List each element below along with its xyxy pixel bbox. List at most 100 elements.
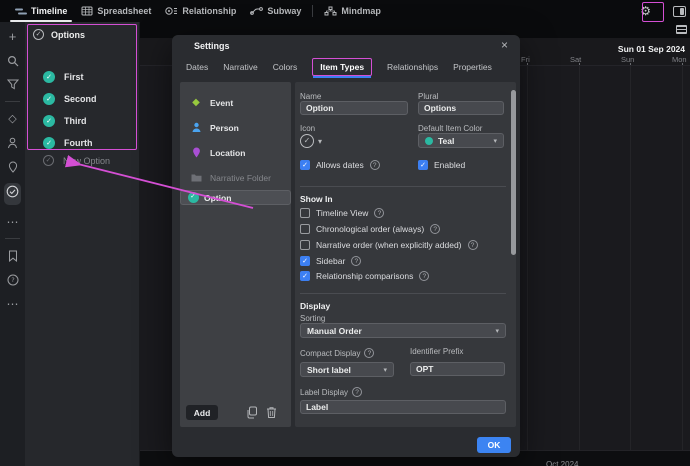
view-tab-label: Subway — [267, 6, 301, 16]
help-icon[interactable]: ? — [374, 208, 384, 218]
app-root: Timeline Spreadsheet Relationship Subway… — [0, 0, 690, 466]
chevron-down-icon: ▾ — [383, 366, 387, 374]
view-tab-subway[interactable]: Subway — [243, 0, 308, 22]
checkbox-unchecked-icon — [300, 224, 310, 234]
rail-divider — [5, 101, 20, 102]
filter-icon[interactable] — [5, 77, 20, 92]
option-item-first[interactable]: ✓ First — [43, 71, 84, 83]
person-icon[interactable] — [5, 135, 20, 150]
checkbox-checked-icon: ✓ — [300, 271, 310, 281]
item-type-location[interactable]: Location — [180, 140, 291, 165]
default-item-color-select[interactable]: Teal ▾ — [418, 133, 504, 148]
dialog-scrollbar[interactable] — [511, 90, 516, 255]
sorting-select[interactable]: Manual Order ▾ — [300, 323, 506, 338]
view-tab-spreadsheet[interactable]: Spreadsheet — [74, 0, 158, 22]
item-type-event[interactable]: ◆ Event — [180, 90, 291, 115]
tab-item-types[interactable]: Item Types — [312, 58, 372, 76]
settings-gear-icon[interactable]: ⚙ — [637, 4, 654, 18]
label-display-input[interactable] — [300, 400, 506, 414]
plural-input[interactable] — [418, 101, 504, 115]
options-sidebar-panel: ✓ Options ✓ First ✓ Second ✓ Third ✓ Fou… — [25, 22, 140, 466]
rail-divider — [5, 238, 20, 239]
item-type-label: Option — [204, 193, 231, 203]
view-tab-relationship[interactable]: Relationship — [158, 0, 243, 22]
help-icon[interactable]: ? — [5, 272, 20, 287]
option-check-selected[interactable] — [4, 183, 21, 205]
sorting-label: Sorting — [300, 314, 325, 323]
compact-display-select[interactable]: Short label ▾ — [300, 362, 394, 377]
teal-color-swatch — [425, 137, 433, 145]
chevron-down-icon: ▾ — [495, 327, 499, 335]
more-options-icon[interactable]: ⋯ — [5, 296, 20, 311]
display-title: Display — [300, 301, 330, 311]
delete-trash-icon[interactable] — [266, 406, 277, 424]
add-item-type-button[interactable]: Add — [186, 405, 218, 420]
add-icon[interactable]: + — [5, 29, 20, 44]
tab-narrative[interactable]: Narrative — [223, 62, 257, 72]
option-item-second[interactable]: ✓ Second — [43, 93, 97, 105]
name-input[interactable] — [300, 101, 408, 115]
search-icon[interactable] — [5, 53, 20, 68]
event-diamond-icon[interactable]: ◇ — [5, 111, 20, 126]
divider — [300, 186, 506, 187]
item-type-option[interactable]: ✓ Option — [180, 190, 291, 205]
help-icon[interactable]: ? — [352, 387, 362, 397]
help-icon[interactable]: ? — [351, 256, 361, 266]
item-type-narrative-folder[interactable]: Narrative Folder — [180, 165, 291, 190]
panel-layout-icon[interactable] — [673, 6, 686, 17]
help-icon[interactable]: ? — [419, 271, 429, 281]
dialog-title: Settings — [194, 41, 230, 51]
allows-dates-checkbox-row[interactable]: ✓ Allows dates ? — [300, 160, 380, 170]
gridline — [682, 66, 683, 450]
compact-display-value: Short label — [307, 365, 351, 375]
show-in-chronological-order[interactable]: Chronological order (always) ? — [300, 224, 440, 234]
mindmap-icon — [324, 6, 337, 16]
help-icon[interactable]: ? — [468, 240, 478, 250]
duplicate-icon[interactable] — [246, 406, 258, 424]
tab-properties[interactable]: Properties — [453, 62, 492, 72]
view-tab-label: Mindmap — [341, 6, 381, 16]
option-item-third[interactable]: ✓ Third — [43, 115, 87, 127]
relationship-icon — [165, 6, 178, 16]
show-in-relationship-comparisons[interactable]: ✓ Relationship comparisons ? — [300, 271, 429, 281]
icon-picker[interactable]: ✓ ▾ — [300, 134, 322, 148]
more-items-icon[interactable]: ⋯ — [5, 214, 20, 229]
show-in-narrative-order[interactable]: Narrative order (when explicitly added) … — [300, 240, 478, 250]
identifier-prefix-input[interactable] — [410, 362, 505, 376]
help-icon[interactable]: ? — [370, 160, 380, 170]
check-circle-icon: ✓ — [43, 137, 55, 149]
new-option-button[interactable]: ✓ New Option — [43, 155, 110, 166]
option-item-fourth[interactable]: ✓ Fourth — [43, 137, 93, 149]
svg-text:?: ? — [11, 276, 14, 284]
show-in-sidebar[interactable]: ✓ Sidebar ? — [300, 256, 361, 266]
name-label: Name — [300, 92, 321, 101]
close-icon[interactable]: × — [501, 38, 508, 52]
toolbar-right-group: ⚙ — [637, 0, 686, 22]
view-tab-timeline[interactable]: Timeline — [8, 0, 74, 22]
help-icon[interactable]: ? — [364, 348, 374, 358]
tab-relationships[interactable]: Relationships — [387, 62, 438, 72]
show-in-timeline-view[interactable]: Timeline View ? — [300, 208, 384, 218]
rows-icon[interactable] — [676, 25, 687, 34]
view-tab-label: Relationship — [182, 6, 236, 16]
options-group-header[interactable]: ✓ Options — [33, 29, 85, 40]
enabled-checkbox-row[interactable]: ✓ Enabled — [418, 160, 465, 170]
check-circle-icon: ✓ — [43, 71, 55, 83]
day-label: Mon — [672, 55, 687, 64]
tab-dates[interactable]: Dates — [186, 62, 208, 72]
location-pin-icon[interactable] — [5, 159, 20, 174]
help-icon[interactable]: ? — [430, 224, 440, 234]
person-icon — [190, 122, 202, 133]
color-select-value: Teal — [438, 136, 454, 146]
event-diamond-icon: ◆ — [190, 98, 202, 108]
settings-tabs: Dates Narrative Colors Item Types Relati… — [186, 56, 492, 78]
tab-colors[interactable]: Colors — [273, 62, 298, 72]
item-type-person[interactable]: Person — [180, 115, 291, 140]
view-tab-mindmap[interactable]: Mindmap — [317, 0, 388, 22]
bookmark-icon[interactable] — [5, 248, 20, 263]
option-item-label: First — [64, 72, 84, 82]
checkbox-label: Narrative order (when explicitly added) — [316, 240, 462, 250]
compact-display-label-row: Compact Display ? — [300, 348, 374, 358]
chevron-down-icon: ▾ — [318, 137, 322, 146]
ok-button[interactable]: OK — [477, 437, 511, 453]
